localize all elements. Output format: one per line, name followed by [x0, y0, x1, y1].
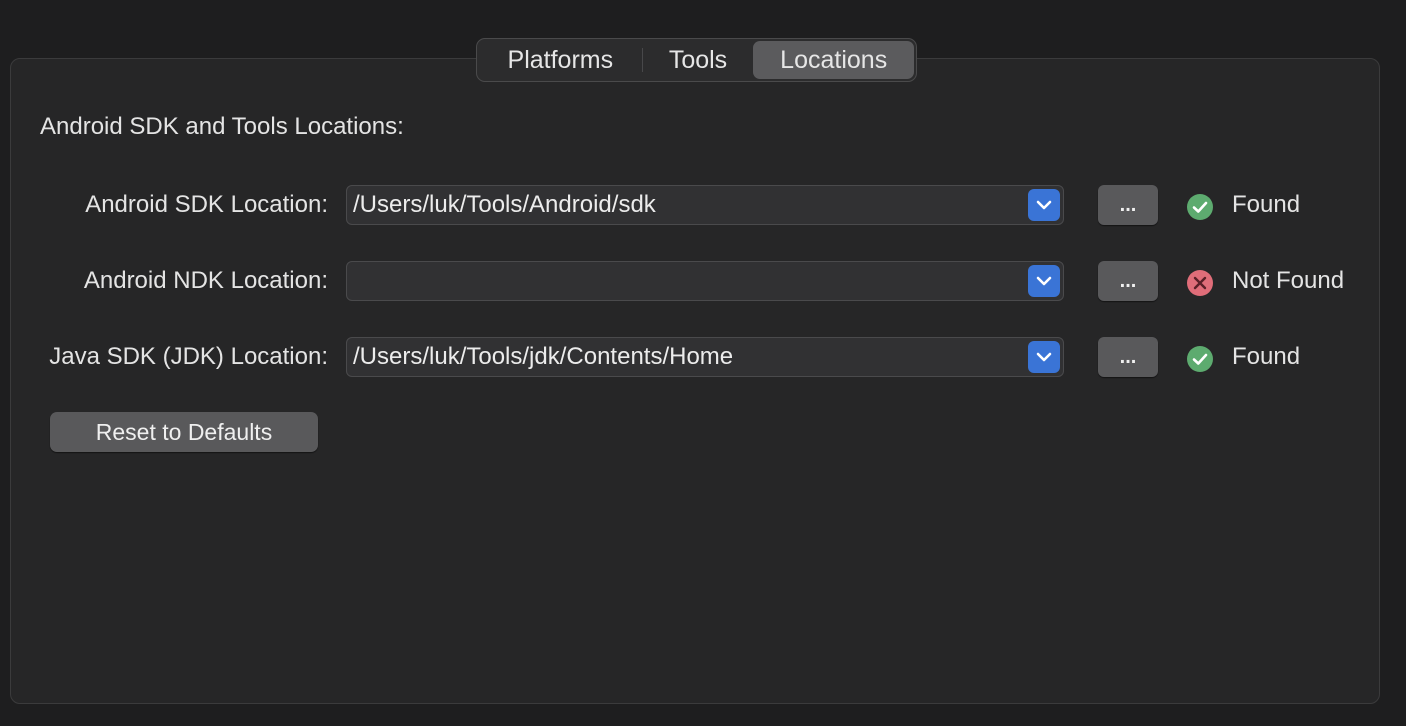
x-circle-icon: [1186, 269, 1214, 297]
tab-platforms[interactable]: Platforms: [479, 41, 642, 79]
chevron-down-icon[interactable]: [1028, 341, 1060, 373]
java-sdk-label: Java SDK (JDK) Location:: [49, 343, 328, 370]
java-sdk-value[interactable]: /Users/luk/Tools/jdk/Contents/Home: [353, 338, 733, 376]
android-ndk-status: Not Found: [1232, 267, 1345, 294]
android-ndk-combo[interactable]: [346, 261, 1064, 301]
android-ndk-label: Android NDK Location:: [83, 267, 328, 294]
settings-panel: [10, 58, 1380, 704]
android-sdk-status: Found: [1232, 191, 1301, 218]
check-circle-icon: [1186, 193, 1214, 221]
chevron-down-icon[interactable]: [1028, 189, 1060, 221]
tab-bar: Platforms Tools Locations: [476, 38, 917, 82]
reset-to-defaults-button[interactable]: Reset to Defaults: [50, 412, 318, 452]
section-title: Android SDK and Tools Locations:: [40, 113, 404, 140]
java-sdk-status: Found: [1232, 343, 1301, 370]
java-sdk-browse-button[interactable]: ...: [1098, 337, 1158, 377]
tab-tools[interactable]: Tools: [643, 41, 754, 79]
android-ndk-browse-button[interactable]: ...: [1098, 261, 1158, 301]
android-sdk-combo[interactable]: /Users/luk/Tools/Android/sdk: [346, 185, 1064, 225]
check-circle-icon: [1186, 345, 1214, 373]
java-sdk-combo[interactable]: /Users/luk/Tools/jdk/Contents/Home: [346, 337, 1064, 377]
tab-locations[interactable]: Locations: [753, 41, 914, 79]
android-sdk-label: Android SDK Location:: [85, 191, 328, 218]
chevron-down-icon[interactable]: [1028, 265, 1060, 297]
android-sdk-browse-button[interactable]: ...: [1098, 185, 1158, 225]
android-sdk-value[interactable]: /Users/luk/Tools/Android/sdk: [353, 186, 656, 224]
